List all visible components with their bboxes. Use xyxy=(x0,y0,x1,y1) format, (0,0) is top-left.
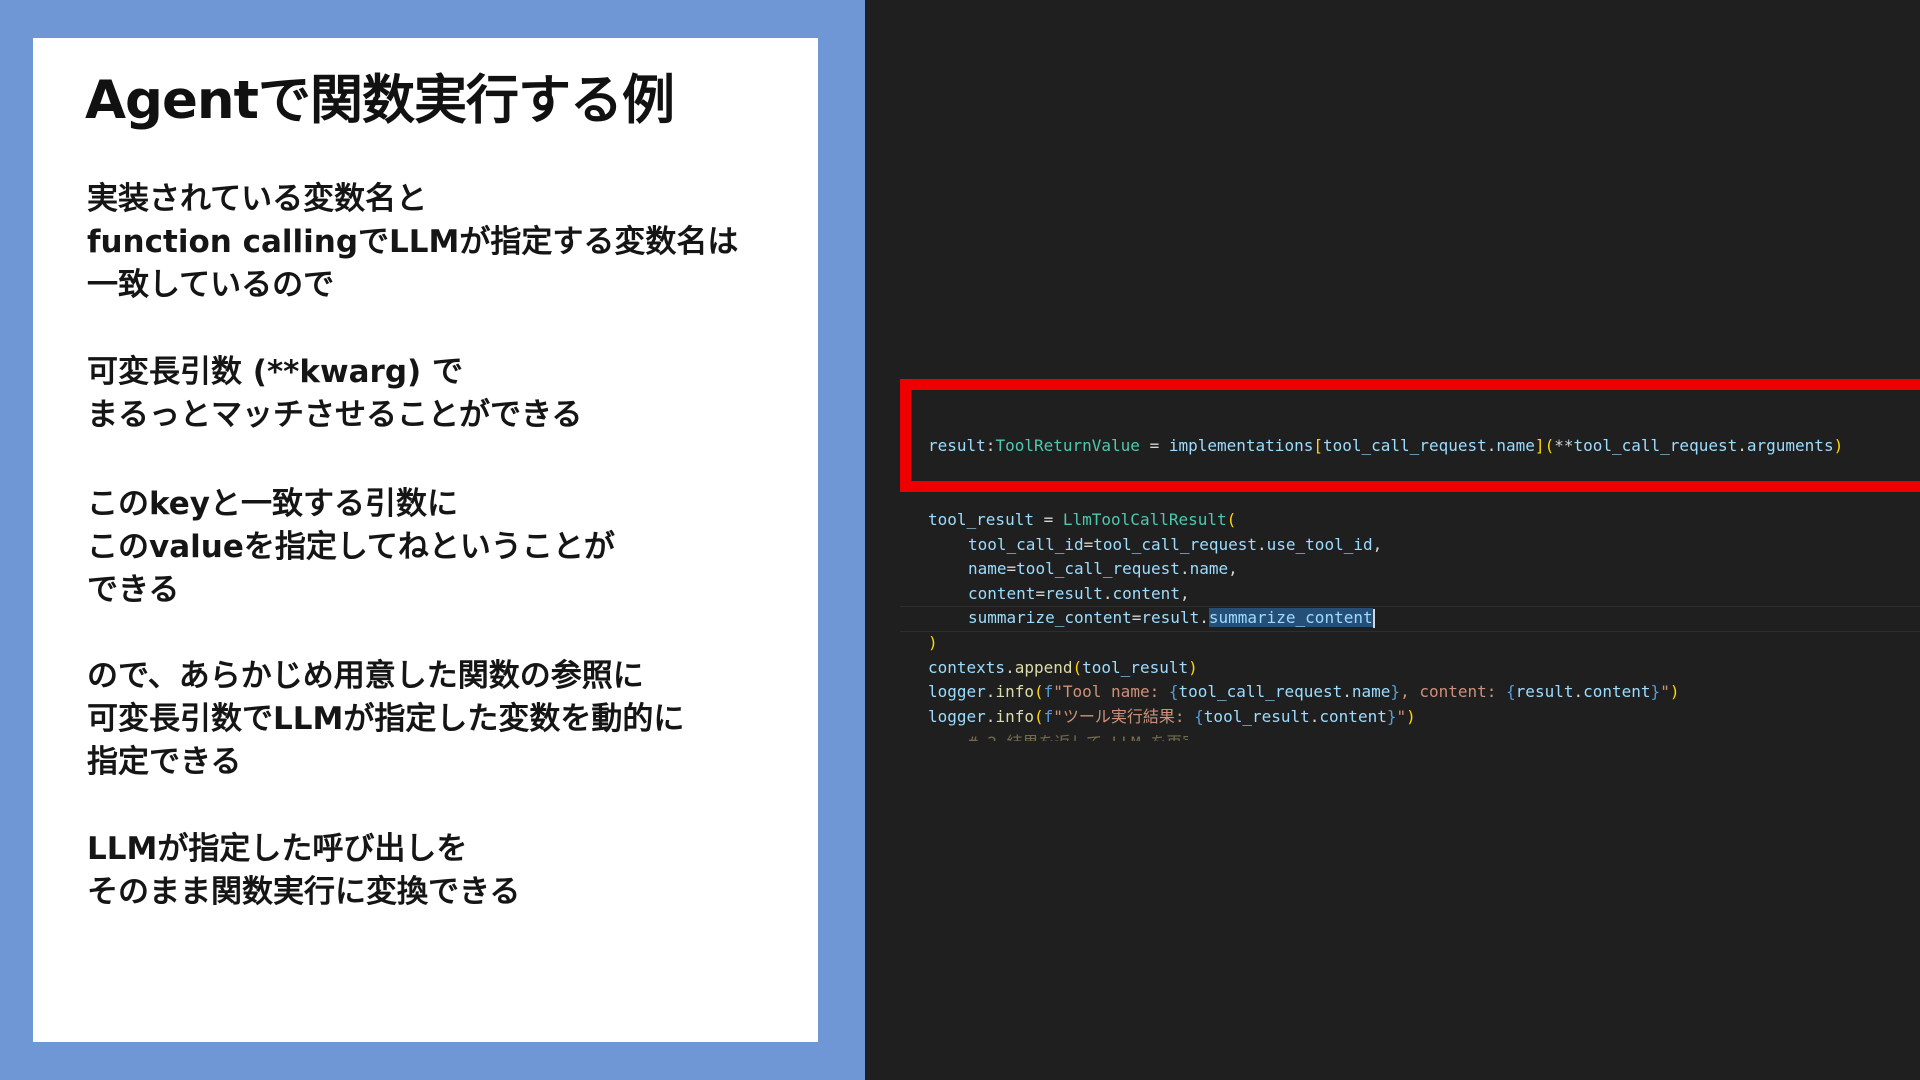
code-line-name: name=tool_call_request.name, xyxy=(968,559,1238,578)
code-line-result: result:ToolReturnValue = implementations… xyxy=(928,436,1844,455)
explanation-paragraph: このkeyと一致する引数に このvalueを指定してねということが できる xyxy=(87,486,615,608)
code-line-close-paren: ) xyxy=(928,633,938,652)
code-line-summarize-content: summarize_content=result.summarize_conte… xyxy=(968,608,1375,628)
explanation-paragraph: 可変長引数 (**kwarg) で まるっとマッチさせることができる xyxy=(87,354,583,433)
explanation-paragraph: LLMが指定した呼び出しを そのまま関数実行に変換できる xyxy=(87,831,521,910)
code-editor-screenshot: result:ToolReturnValue = implementations… xyxy=(865,0,1920,1080)
code-line-tool-call-id: tool_call_id=tool_call_request.use_tool_… xyxy=(968,535,1383,554)
code-line-tool-result: tool_result = LlmToolCallResult( xyxy=(928,510,1237,529)
code-line-logger-info-1: logger.info(f"Tool name: {tool_call_requ… xyxy=(928,682,1680,701)
slide-card: Agentで関数実行する例 実装されている変数名と function calli… xyxy=(33,38,818,1042)
code-line-contexts-append: contexts.append(tool_result) xyxy=(928,658,1198,677)
text-cursor xyxy=(1372,609,1375,628)
code-line-logger-info-2: logger.info(f"ツール実行結果: {tool_result.cont… xyxy=(928,707,1416,726)
explanation-paragraph: ので、あらかじめ用意した関数の参照に 可変長引数でLLMが指定した変数を動的に … xyxy=(87,658,685,780)
code-line-cropped: # 2 結果を返して LLM を再実行 xyxy=(968,731,1188,741)
explanation-paragraph: 実装されている変数名と function callingでLLMが指定する変数名… xyxy=(87,181,739,303)
code-line-content: content=result.content, xyxy=(968,584,1190,603)
left-panel: Agentで関数実行する例 実装されている変数名と function calli… xyxy=(0,0,865,1080)
slide-title: Agentで関数実行する例 xyxy=(85,70,675,131)
